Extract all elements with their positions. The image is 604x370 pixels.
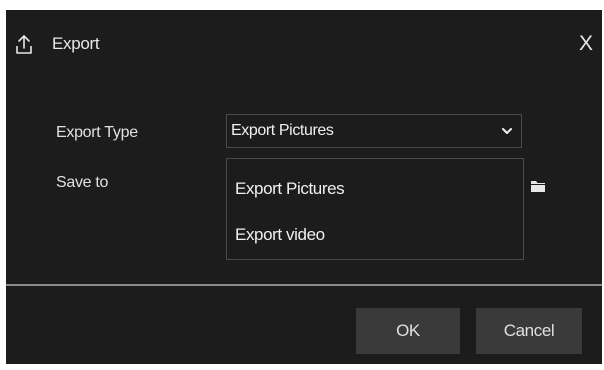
dialog-title: Export bbox=[52, 34, 100, 53]
save-to-label: Save to bbox=[56, 174, 109, 191]
divider bbox=[6, 284, 602, 286]
chevron-down-icon bbox=[502, 128, 512, 134]
export-type-select[interactable]: Export Pictures bbox=[226, 114, 522, 148]
dropdown-option-export-video[interactable]: Export video bbox=[235, 225, 325, 245]
export-type-label: Export Type bbox=[56, 124, 138, 141]
cancel-button[interactable]: Cancel bbox=[476, 308, 582, 354]
close-icon[interactable]: X bbox=[576, 32, 596, 56]
export-type-dropdown: Export Pictures Export video bbox=[226, 158, 524, 260]
export-type-value: Export Pictures bbox=[231, 122, 334, 139]
dropdown-option-export-pictures[interactable]: Export Pictures bbox=[235, 179, 345, 199]
export-dialog: Export X Export Type Export Pictures Sav… bbox=[6, 10, 602, 364]
ok-button[interactable]: OK bbox=[356, 308, 460, 354]
export-icon bbox=[16, 35, 32, 54]
title-bar: Export X bbox=[6, 10, 602, 80]
folder-icon[interactable] bbox=[530, 178, 546, 194]
